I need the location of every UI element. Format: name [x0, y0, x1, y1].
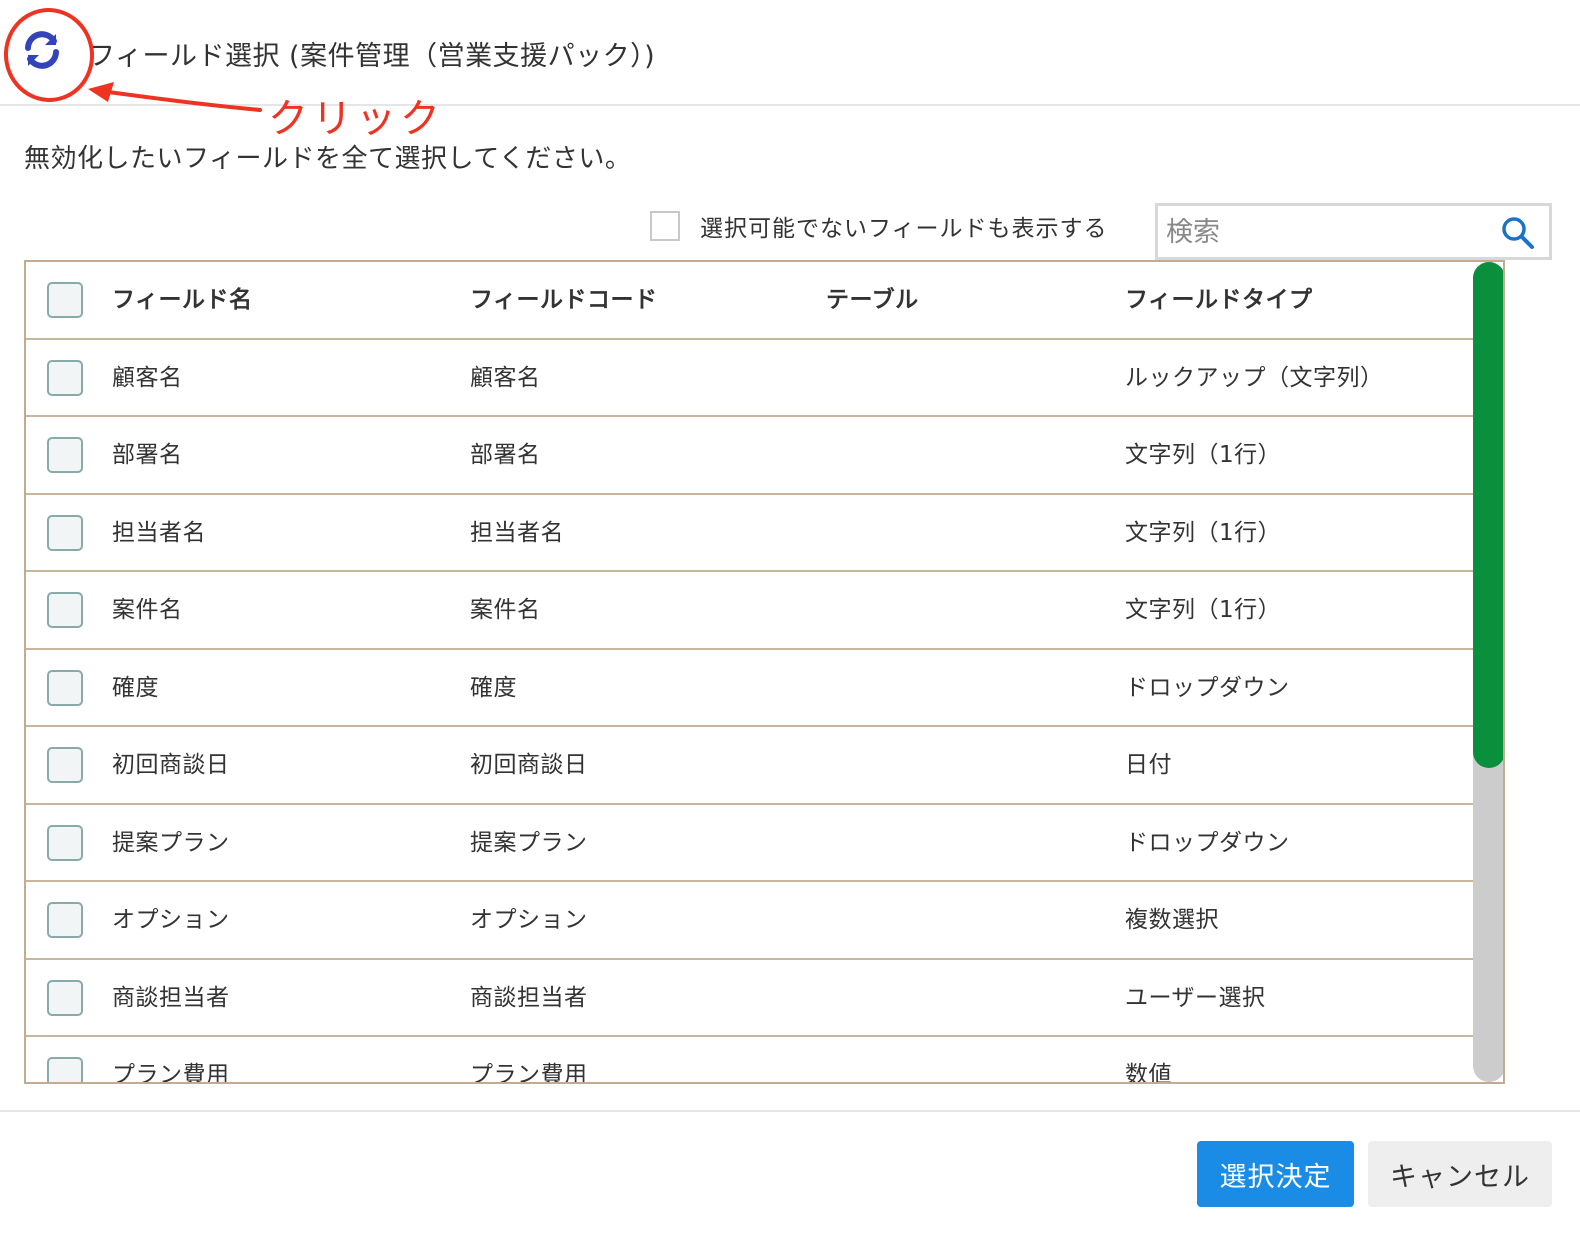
footer-divider: [0, 1110, 1580, 1112]
confirm-selection-button[interactable]: 選択決定: [1197, 1141, 1354, 1207]
field-code: 顧客名: [470, 364, 541, 391]
row-checkbox[interactable]: [47, 902, 83, 938]
field-code: 提案プラン: [470, 829, 588, 856]
field-name: プラン費用: [112, 1062, 230, 1084]
table-row[interactable]: 担当者名 担当者名 文字列（1行）: [26, 495, 1473, 572]
search-input[interactable]: [1166, 212, 1486, 252]
search-box[interactable]: [1155, 203, 1552, 260]
row-checkbox[interactable]: [47, 514, 83, 551]
field-name: 商談担当者: [112, 984, 230, 1011]
table-row[interactable]: 確度 確度 ドロップダウン: [26, 650, 1473, 727]
column-header-type[interactable]: フィールドタイプ: [1125, 262, 1313, 339]
column-header-code[interactable]: フィールドコード: [470, 262, 658, 339]
table-row[interactable]: プラン費用 プラン費用 数値: [26, 1037, 1473, 1084]
table-row[interactable]: 顧客名 顧客名 ルックアップ（文字列）: [26, 340, 1473, 417]
refresh-icon[interactable]: [20, 28, 64, 72]
field-name: 顧客名: [112, 364, 183, 391]
field-code: 部署名: [470, 442, 541, 468]
row-checkbox[interactable]: [47, 1057, 83, 1082]
field-name: 部署名: [112, 442, 183, 468]
table-row[interactable]: 案件名 案件名 文字列（1行）: [26, 572, 1473, 650]
field-code: プラン費用: [470, 1062, 588, 1084]
table-header-row: フィールド名 フィールドコード テーブル フィールドタイプ: [26, 262, 1473, 340]
instruction-text: 無効化したいフィールドを全て選択してください。: [24, 144, 632, 174]
cancel-button[interactable]: キャンセル: [1368, 1141, 1552, 1207]
field-code: 確度: [470, 674, 517, 701]
field-type: ドロップダウン: [1125, 829, 1290, 856]
field-code: 初回商談日: [470, 752, 588, 778]
field-code: 商談担当者: [470, 984, 588, 1011]
row-checkbox[interactable]: [47, 437, 83, 473]
field-name: 確度: [112, 674, 159, 701]
table-row[interactable]: 初回商談日 初回商談日 日付: [26, 727, 1473, 805]
dialog-title: フィールド選択 (案件管理（営業支援パック）): [88, 41, 656, 72]
field-name: オプション: [112, 907, 230, 933]
row-checkbox[interactable]: [47, 824, 83, 861]
field-name: 初回商談日: [112, 752, 230, 778]
row-checkbox[interactable]: [47, 669, 83, 706]
table-row[interactable]: 部署名 部署名 文字列（1行）: [26, 417, 1473, 495]
row-checkbox[interactable]: [47, 592, 83, 628]
field-type: 文字列（1行）: [1125, 519, 1282, 546]
column-header-name[interactable]: フィールド名: [112, 262, 253, 339]
row-checkbox[interactable]: [47, 747, 83, 783]
scrollbar-thumb[interactable]: [1473, 262, 1503, 768]
field-type: 文字列（1行）: [1125, 442, 1282, 468]
field-table: フィールド名 フィールドコード テーブル フィールドタイプ 顧客名 顧客名 ルッ…: [24, 260, 1505, 1084]
field-name: 案件名: [112, 597, 183, 623]
field-type: 日付: [1125, 752, 1172, 778]
table-row[interactable]: 提案プラン 提案プラン ドロップダウン: [26, 805, 1473, 882]
table-row[interactable]: オプション オプション 複数選択: [26, 882, 1473, 960]
row-checkbox[interactable]: [47, 979, 83, 1016]
field-name: 提案プラン: [112, 829, 230, 856]
search-icon[interactable]: [1501, 216, 1535, 250]
table-row[interactable]: 商談担当者 商談担当者 ユーザー選択: [26, 960, 1473, 1037]
select-all-checkbox[interactable]: [47, 282, 83, 318]
show-unselectable-toggle[interactable]: 選択可能でないフィールドも表示する: [650, 208, 1108, 244]
field-code: オプション: [470, 907, 588, 933]
field-type: 複数選択: [1125, 907, 1219, 933]
field-code: 担当者名: [470, 519, 564, 546]
field-type: ルックアップ（文字列）: [1125, 364, 1384, 391]
field-type: ユーザー選択: [1125, 984, 1266, 1011]
field-type: 数値: [1125, 1062, 1172, 1084]
field-name: 担当者名: [112, 519, 206, 546]
show-unselectable-label: 選択可能でないフィールドも表示する: [700, 216, 1108, 242]
dialog-header: フィールド選択 (案件管理（営業支援パック）): [0, 0, 1580, 106]
field-type: 文字列（1行）: [1125, 597, 1282, 623]
column-header-table[interactable]: テーブル: [826, 262, 919, 339]
field-code: 案件名: [470, 597, 541, 623]
row-checkbox[interactable]: [47, 359, 83, 396]
show-unselectable-checkbox[interactable]: [650, 211, 680, 241]
field-type: ドロップダウン: [1125, 674, 1290, 701]
